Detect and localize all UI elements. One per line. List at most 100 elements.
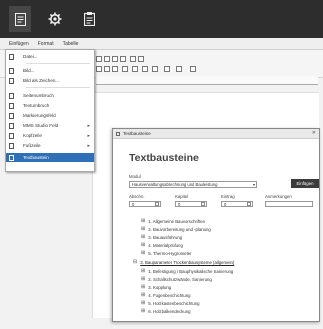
bold-icon[interactable] bbox=[96, 56, 102, 62]
expand-icon[interactable]: ⊞ bbox=[141, 292, 145, 298]
tree-item[interactable]: ⊞ 4. Materialprüfung bbox=[141, 241, 183, 249]
text-block-icon bbox=[9, 154, 14, 161]
clipboard-button[interactable] bbox=[78, 6, 100, 32]
expand-icon[interactable]: ⊞ bbox=[141, 276, 145, 282]
tree-item[interactable]: ⊞ 1. Allgemeine Bauvorschriften bbox=[141, 217, 205, 225]
dialog-window-title: Textbausteine bbox=[123, 131, 151, 136]
menu-item-kopfzeile[interactable]: Kopfzeile ▸ bbox=[6, 131, 94, 140]
expand-icon[interactable]: ⊞ bbox=[141, 250, 145, 256]
expand-icon[interactable]: ⊞ bbox=[141, 218, 145, 224]
tree-item[interactable]: ⊞ 3. Kopplung bbox=[141, 283, 171, 291]
expand-icon[interactable]: ⊞ bbox=[141, 284, 145, 290]
outdent-icon[interactable] bbox=[152, 66, 158, 72]
settings-button[interactable] bbox=[44, 6, 66, 32]
footer-icon bbox=[9, 142, 14, 149]
field-icon bbox=[9, 122, 14, 129]
gear-icon bbox=[48, 12, 62, 26]
dialog-titlebar: Textbausteine bbox=[113, 129, 319, 139]
underline-icon[interactable] bbox=[112, 56, 118, 62]
file-icon bbox=[9, 53, 14, 60]
kapitel-value: 0 bbox=[178, 202, 181, 207]
close-icon[interactable]: ✕ bbox=[312, 130, 316, 136]
expand-icon[interactable]: ⊞ bbox=[141, 268, 145, 274]
align-right-icon[interactable] bbox=[112, 66, 118, 72]
menu-item-seitenumbruch[interactable]: Seitenumbruch bbox=[6, 91, 94, 100]
menu-separator bbox=[26, 63, 90, 64]
image-icon bbox=[9, 67, 14, 74]
abschn-input[interactable]: 0 bbox=[129, 201, 161, 207]
align-left-icon[interactable] bbox=[96, 66, 102, 72]
modul-select-value: Hausverwaltungsabrechnung und Bauleistun… bbox=[132, 182, 218, 187]
menu-separator bbox=[26, 87, 90, 88]
menu-item-bild[interactable]: Bild... bbox=[6, 66, 94, 75]
menu-item-textumbruch[interactable]: Textumbruch bbox=[6, 101, 94, 110]
abschn-label: Abschn. bbox=[129, 194, 145, 199]
paragraph-icon[interactable] bbox=[190, 66, 196, 72]
tree-item[interactable]: ⊞ 5. Thermo-Hygrometer bbox=[141, 249, 192, 257]
menu-item-datei[interactable]: Datei... bbox=[6, 52, 94, 61]
document-icon bbox=[14, 12, 26, 26]
text-break-icon bbox=[9, 102, 14, 109]
header-icon bbox=[9, 132, 14, 139]
menu-format[interactable]: Format bbox=[38, 41, 54, 47]
expand-icon[interactable]: ⊞ bbox=[141, 242, 145, 248]
textbausteine-dialog: Textbausteine ✕ Textbausteine Modul Haus… bbox=[112, 128, 320, 322]
ruler bbox=[96, 76, 318, 85]
anmerkungen-input[interactable] bbox=[265, 201, 313, 207]
tree-item[interactable]: ⊞ 2. Bauvorbereitung und -planung bbox=[141, 225, 211, 233]
tree-item[interactable]: ⊞ 3. Bauausführung bbox=[141, 233, 182, 241]
eintrag-value: 0 bbox=[224, 202, 227, 207]
menu-item-bild-als-zeichen[interactable]: Bild als Zeichen... bbox=[6, 76, 94, 85]
checkbox-icon bbox=[9, 112, 14, 119]
collapse-icon[interactable]: ⊟ bbox=[133, 259, 137, 265]
color-icon[interactable] bbox=[164, 66, 170, 72]
clipboard-icon bbox=[83, 12, 95, 26]
einfuegen-button[interactable]: Einfügen bbox=[291, 179, 319, 188]
chevron-down-icon: ▾ bbox=[252, 182, 255, 187]
tree-item[interactable]: ⊞ 4. Fugenbeschichtung bbox=[141, 291, 191, 299]
eintrag-input[interactable]: 0 bbox=[221, 201, 253, 207]
justify-icon[interactable] bbox=[122, 66, 128, 72]
stepper-icon[interactable] bbox=[201, 202, 205, 206]
einfuegen-button-label: Einfügen bbox=[296, 181, 314, 186]
app-topbar bbox=[0, 0, 323, 38]
eintrag-label: Eintrag bbox=[221, 194, 235, 199]
expand-icon[interactable]: ⊞ bbox=[141, 308, 145, 314]
undo-icon[interactable] bbox=[130, 56, 136, 62]
menu-item-textbaustein[interactable]: Textbaustein bbox=[6, 153, 94, 162]
tree-item[interactable]: ⊞ 2. Schallschutzwände, Sanierung bbox=[141, 275, 212, 283]
border-icon[interactable] bbox=[176, 66, 182, 72]
tree-item[interactable]: ⊞ 1. Befestigung / Bauphysikalische Sanie… bbox=[141, 267, 233, 275]
tree-root-item[interactable]: ⊟ 3. Bauparameter Trockenbausysteme (allg… bbox=[133, 258, 234, 266]
modul-select[interactable]: Hausverwaltungsabrechnung und Bauleistun… bbox=[129, 181, 257, 188]
tree-item[interactable]: ⊞ 5. Holzkastenbeschichtung bbox=[141, 299, 200, 307]
menu-item-markierungsfeld[interactable]: Markierungsfeld bbox=[6, 111, 94, 120]
align-center-icon[interactable] bbox=[104, 66, 110, 72]
expand-icon[interactable]: ⊞ bbox=[141, 234, 145, 240]
stepper-icon[interactable] bbox=[247, 202, 251, 206]
abschn-value: 0 bbox=[132, 202, 135, 207]
tree-item[interactable]: ⊞ 6. Holzbalkendeckung bbox=[141, 307, 190, 315]
window-icon bbox=[116, 131, 120, 136]
stepper-icon[interactable] bbox=[155, 202, 159, 206]
menu-item-mms-studio-feld[interactable]: MMS Studio Feld ▸ bbox=[6, 121, 94, 130]
expand-icon[interactable]: ⊞ bbox=[141, 300, 145, 306]
kapitel-input[interactable]: 0 bbox=[175, 201, 207, 207]
dialog-heading: Textbausteine bbox=[129, 152, 199, 164]
list-icon[interactable] bbox=[132, 66, 138, 72]
anmerkungen-label: Anmerkungen bbox=[265, 194, 292, 199]
redo-icon[interactable] bbox=[138, 56, 144, 62]
menu-item-fusszeile[interactable]: Fußzeile ▸ bbox=[6, 141, 94, 150]
page-break-icon bbox=[9, 92, 14, 99]
insert-menu-dropdown: Datei... Bild... Bild als Zeichen... Sei… bbox=[5, 49, 95, 172]
expand-icon[interactable]: ⊞ bbox=[141, 226, 145, 232]
indent-icon[interactable] bbox=[142, 66, 148, 72]
menu-einfuegen[interactable]: Einfügen bbox=[9, 41, 29, 47]
kapitel-label: Kapitel bbox=[175, 194, 189, 199]
document-button[interactable] bbox=[9, 6, 31, 32]
modul-label: Modul bbox=[129, 174, 141, 179]
image-char-icon bbox=[9, 77, 14, 84]
italic-icon[interactable] bbox=[104, 56, 110, 62]
table-icon[interactable] bbox=[120, 56, 126, 62]
menu-tabelle[interactable]: Tabelle bbox=[63, 41, 79, 47]
